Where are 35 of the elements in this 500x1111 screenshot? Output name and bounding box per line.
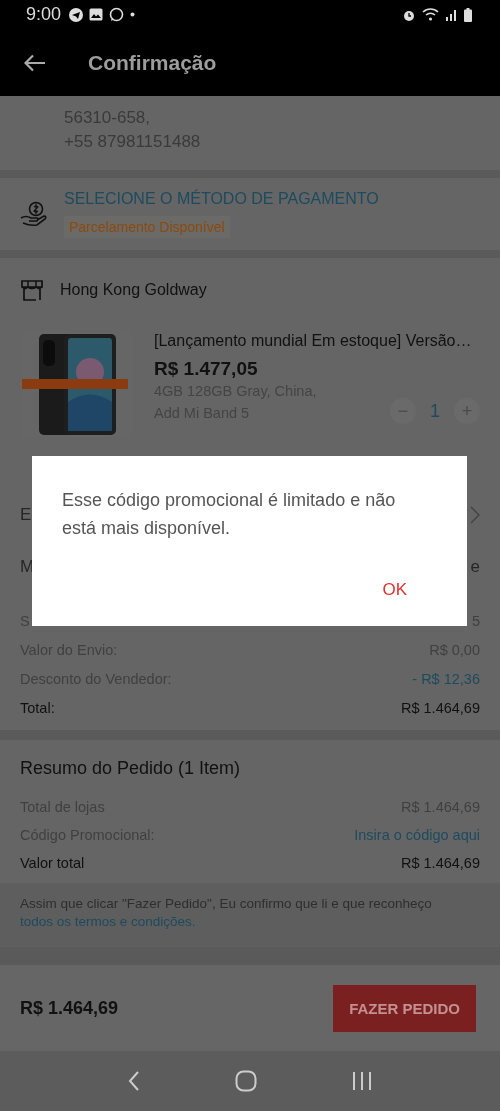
store-name: Hong Kong Goldway [60,281,207,299]
price-value: - R$ 12,36 [412,671,480,687]
product-price: R$ 1.477,05 [154,358,259,380]
store-icon [20,278,44,302]
hand-coin-icon[interactable] [20,201,48,227]
price-value: R$ 1.464,69 [401,700,480,716]
increase-button[interactable]: + [454,398,480,424]
quantity-value: 1 [429,400,441,422]
recents-nav-icon[interactable] [352,1071,373,1092]
screen-title: Confirmação [88,51,217,76]
terms-link[interactable]: todos os termos e condições. [20,914,196,929]
dialog-message: Esse código promocional é limitado e não está mais disponível. [62,489,397,540]
decrease-button[interactable]: − [390,398,416,424]
row-value: e [470,557,480,577]
payment-method-link[interactable]: SELECIONE O MÉTODO DE PAGAMENTO [64,190,379,208]
signal-icon [445,8,458,22]
price-label: Total: [20,700,55,716]
ok-button[interactable]: OK [366,574,423,606]
back-nav-icon[interactable] [127,1071,140,1092]
installment-badge: Parcelamento Disponível [64,216,230,238]
summary-label: Valor total [20,855,85,871]
wifi-icon [422,8,439,22]
dot-icon [130,12,136,18]
battery-icon [464,7,472,22]
row-label: E [20,505,32,525]
place-order-button[interactable]: FAZER PEDIDO [333,984,476,1032]
footer-total: R$ 1.464,69 [20,997,119,1019]
promo-code-link[interactable]: Insira o código aqui [354,827,480,843]
back-arrow-icon[interactable] [24,54,46,73]
product-title[interactable]: [Lançamento mundial Em estoque] Versão… [154,332,480,350]
summary-title: Resumo do Pedido (1 Item) [20,758,242,779]
home-nav-icon[interactable] [235,1070,257,1093]
gallery-icon [89,8,104,22]
summary-value: R$ 1.464,69 [401,855,480,871]
status-time: 9:00 [26,4,62,26]
